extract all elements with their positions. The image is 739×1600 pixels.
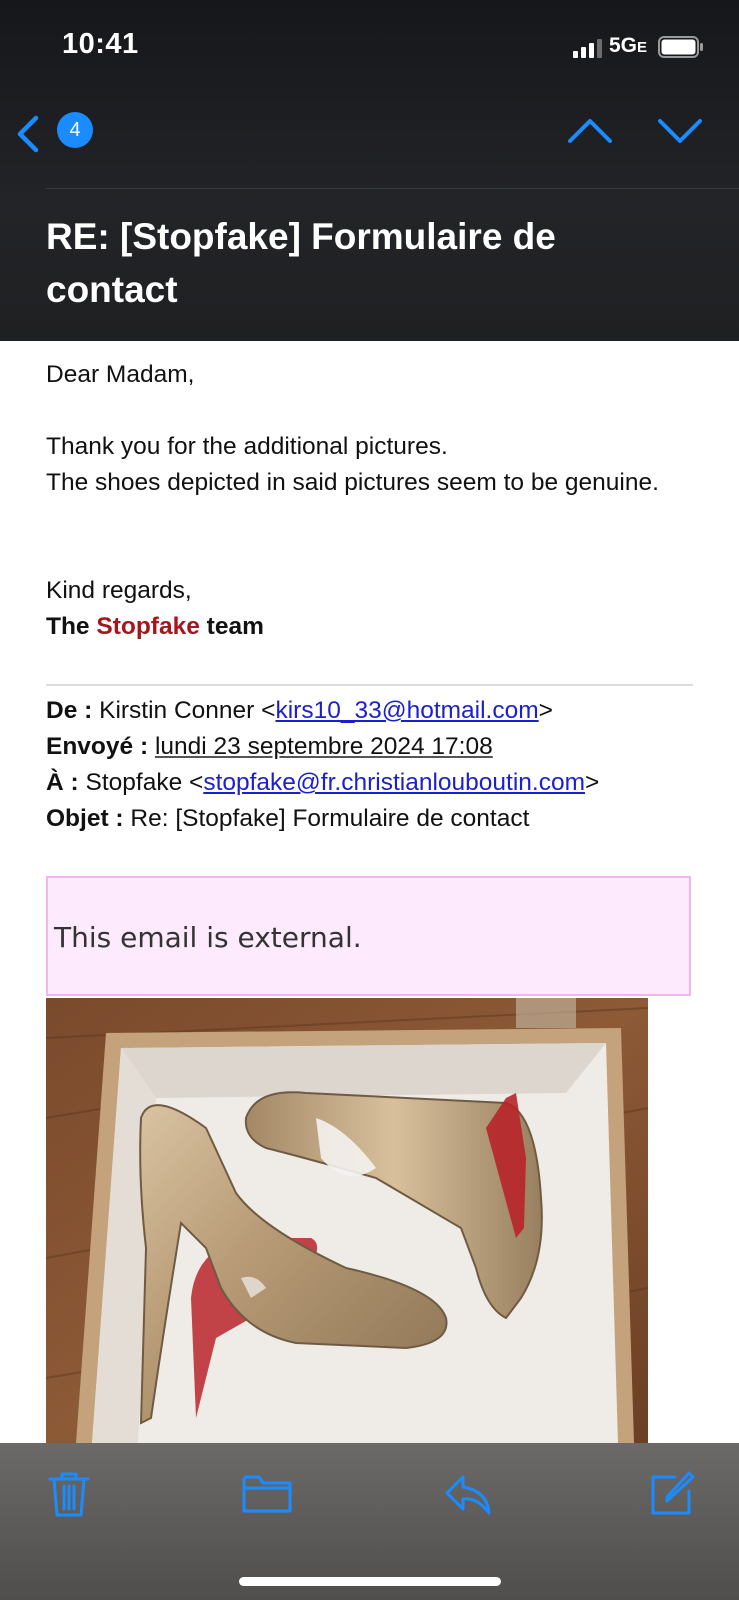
subject-row: Objet : Re: [Stopfake] Formulaire de con… (46, 801, 706, 837)
signature: The Stopfake team (46, 609, 264, 645)
bottom-toolbar (0, 1443, 739, 1600)
network-indicator: 5GE (609, 34, 647, 58)
reply-icon[interactable] (443, 1469, 493, 1519)
signal-icon (573, 39, 602, 58)
signature-pre: The (46, 613, 90, 640)
network-type: 5G (609, 34, 638, 57)
from-label: De : (46, 697, 93, 724)
message-line: The shoes depicted in said pictures seem… (46, 469, 659, 496)
subject-label: Objet : (46, 805, 124, 832)
to-email-link[interactable]: stopfake@fr.christianlouboutin.com (203, 769, 585, 796)
folder-icon[interactable] (241, 1469, 293, 1519)
shoe-photo[interactable] (46, 998, 648, 1443)
battery-icon (658, 36, 703, 58)
unread-count-badge[interactable]: 4 (57, 112, 93, 148)
signature-brand: Stopfake (96, 613, 200, 640)
greeting-text: Dear Madam, (46, 361, 195, 388)
chevron-down-icon[interactable] (656, 115, 704, 145)
back-chevron-icon[interactable] (14, 112, 44, 156)
compose-icon[interactable] (647, 1469, 697, 1519)
nav-bar: 4 (0, 95, 739, 190)
quote-divider (46, 684, 693, 686)
external-email-banner: This email is external. (46, 876, 691, 996)
from-email-link[interactable]: kirs10_33@hotmail.com (275, 697, 538, 724)
network-suffix: E (637, 39, 648, 56)
from-row: De : Kirstin Conner <kirs10_33@hotmail.c… (46, 693, 706, 729)
home-indicator[interactable] (239, 1577, 501, 1586)
sent-label: Envoyé : (46, 733, 149, 760)
header-divider (46, 188, 739, 189)
trash-icon[interactable] (44, 1469, 94, 1519)
message-line: Thank you for the additional pictures. (46, 433, 448, 460)
subject-value: Re: [Stopfake] Formulaire de contact (130, 805, 530, 832)
from-close: > (538, 697, 553, 724)
chevron-up-icon[interactable] (566, 115, 614, 145)
status-time: 10:41 (62, 28, 139, 60)
regards-text: Kind regards, (46, 577, 192, 604)
sent-date[interactable]: lundi 23 septembre 2024 17:08 (155, 733, 493, 760)
quoted-header: De : Kirstin Conner <kirs10_33@hotmail.c… (46, 693, 706, 837)
from-name: Kirstin Conner < (99, 697, 276, 724)
email-subject: RE: [Stopfake] Formulaire de contact (46, 216, 556, 310)
message-text: Thank you for the additional pictures. T… (46, 429, 686, 501)
external-notice-text: This email is external. (54, 921, 362, 954)
signature-post: team (206, 613, 264, 640)
to-row: À : Stopfake <stopfake@fr.christianloubo… (46, 765, 706, 801)
to-label: À : (46, 769, 79, 796)
to-name: Stopfake < (85, 769, 204, 796)
status-bar: 10:41 5GE (0, 0, 739, 95)
to-close: > (585, 769, 600, 796)
header-area: 10:41 5GE 4 RE: [Stopfake] Formulaire de… (0, 0, 739, 341)
sent-row: Envoyé : lundi 23 septembre 2024 17:08 (46, 729, 706, 765)
